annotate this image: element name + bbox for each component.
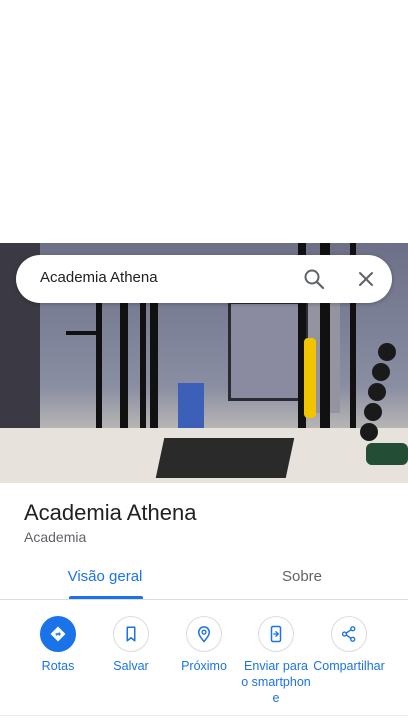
send-to-phone-icon	[258, 616, 294, 652]
place-title: Academia Athena	[24, 500, 197, 525]
bookmark-icon	[113, 616, 149, 652]
nearby-icon	[186, 616, 222, 652]
search-icon[interactable]	[302, 267, 326, 291]
tab-overview-label: Visão geral	[67, 568, 143, 585]
send-to-phone-button[interactable]: Enviar para o smartphone	[240, 616, 312, 706]
tabs-divider	[0, 599, 408, 600]
search-bar[interactable]: Academia Athena	[16, 255, 392, 303]
save-button[interactable]: Salvar	[95, 616, 167, 674]
share-label: Compartilhar	[313, 659, 385, 673]
directions-button[interactable]: Rotas	[22, 616, 94, 674]
save-label: Salvar	[113, 659, 149, 673]
nearby-label: Próximo	[181, 659, 227, 673]
share-icon	[331, 616, 367, 652]
close-icon[interactable]	[354, 267, 378, 291]
nearby-button[interactable]: Próximo	[168, 616, 240, 674]
directions-icon	[40, 616, 76, 652]
share-button[interactable]: Compartilhar	[313, 616, 385, 674]
directions-label: Rotas	[41, 659, 75, 673]
bottom-divider	[0, 715, 408, 716]
send-to-phone-label: Enviar para o smartphone	[241, 659, 311, 705]
tab-about-label: Sobre	[281, 568, 323, 585]
search-input[interactable]: Academia Athena	[40, 269, 158, 286]
tab-overview[interactable]: Visão geral	[50, 562, 160, 600]
place-category: Academia	[24, 529, 87, 545]
tab-about[interactable]: Sobre	[248, 562, 356, 600]
blank-map-area	[0, 0, 408, 243]
